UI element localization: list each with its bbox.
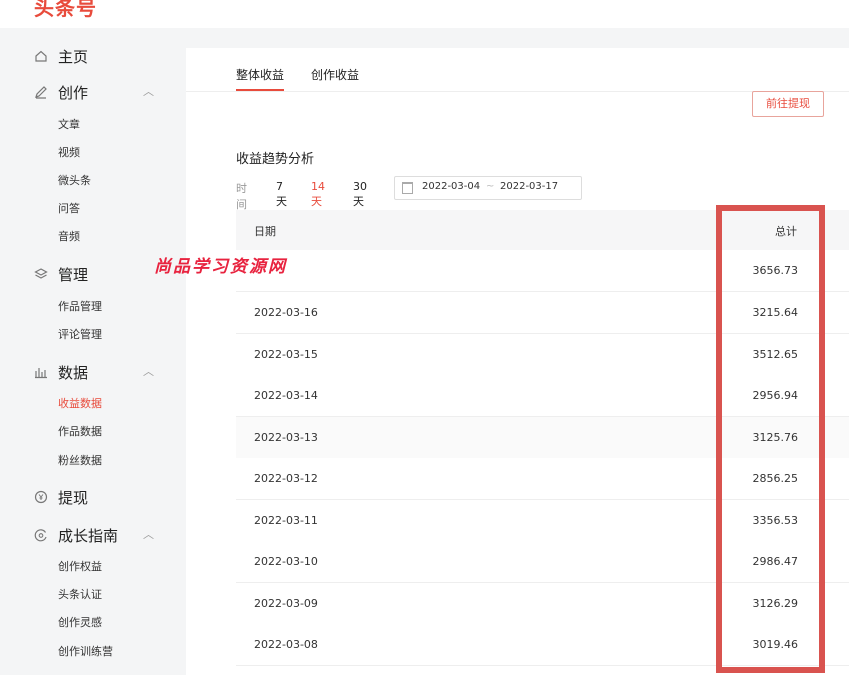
pen-icon	[34, 85, 48, 99]
tab-bar: 整体收益 创作收益	[186, 48, 849, 92]
sidebar-subitem-revenue-data[interactable]: 收益数据	[58, 395, 102, 411]
sidebar-item-home[interactable]: 主页	[0, 42, 184, 72]
sidebar-item-label: 创作	[58, 84, 89, 102]
cell-date: 2022-03-09	[254, 597, 318, 610]
sidebar-subitem-fans-data[interactable]: 粉丝数据	[58, 452, 102, 468]
sidebar-item-data[interactable]: 数据 ︿	[0, 358, 184, 388]
sidebar-item-create[interactable]: 创作 ︿	[0, 78, 184, 108]
filter-7-days[interactable]: 7天	[276, 180, 287, 209]
calendar-icon	[402, 182, 413, 194]
cell-date: 2022-03-15	[254, 348, 318, 361]
sidebar-item-label: 数据	[58, 364, 89, 382]
cell-date: 2022-03-13	[254, 431, 318, 444]
logo[interactable]: 头条号	[34, 0, 97, 21]
time-filter-label: 时间	[236, 182, 247, 211]
cell-date: 2022-03-10	[254, 555, 318, 568]
sidebar-subitem-video[interactable]: 视频	[58, 144, 80, 160]
date-start: 2022-03-04	[422, 181, 481, 192]
tab-overall-revenue[interactable]: 整体收益	[236, 66, 285, 91]
yen-coin-icon	[34, 490, 48, 504]
sidebar-subitem-verification[interactable]: 头条认证	[58, 586, 102, 602]
filter-14-days[interactable]: 14天	[311, 180, 325, 209]
sidebar-item-withdraw[interactable]: 提现	[0, 483, 184, 513]
cell-date: 2022-03-11	[254, 514, 318, 527]
watermark-text: 尚品学习资源网	[154, 257, 287, 277]
sidebar-subitem-audio[interactable]: 音频	[58, 228, 80, 244]
home-icon	[34, 49, 48, 63]
sidebar-subitem-article[interactable]: 文章	[58, 116, 80, 132]
sidebar-item-label: 提现	[58, 489, 89, 507]
cell-date: 2022-03-14	[254, 389, 318, 402]
sidebar-subitem-qa[interactable]: 问答	[58, 200, 80, 216]
sidebar-item-growth-guide[interactable]: 成长指南 ︿	[0, 521, 184, 551]
column-header-date[interactable]: 日期	[254, 223, 276, 239]
sidebar-subitem-creator-rights[interactable]: 创作权益	[58, 558, 102, 574]
date-range-picker[interactable]: 2022-03-04 ~ 2022-03-17	[394, 176, 582, 200]
highlight-annotation-box	[716, 205, 825, 673]
cell-date: 2022-03-16	[254, 306, 318, 319]
sidebar-subitem-training-camp[interactable]: 创作训练营	[58, 643, 113, 659]
sidebar-item-label: 主页	[58, 48, 89, 66]
date-end: 2022-03-17	[500, 181, 559, 192]
sidebar-subitem-works-manage[interactable]: 作品管理	[58, 298, 102, 314]
withdraw-button[interactable]: 前往提现	[752, 91, 824, 117]
sidebar-item-label: 管理	[58, 266, 89, 284]
sidebar-subitem-micro-post[interactable]: 微头条	[58, 172, 91, 188]
filter-30-days[interactable]: 30天	[353, 180, 367, 209]
chevron-up-icon[interactable]: ︿	[143, 83, 154, 99]
bar-chart-icon	[34, 365, 48, 379]
layers-icon	[34, 267, 48, 281]
sidebar-item-label: 成长指南	[58, 527, 119, 545]
chevron-up-icon[interactable]: ︿	[143, 363, 154, 379]
cell-date: 2022-03-08	[254, 638, 318, 651]
date-separator: ~	[486, 181, 495, 192]
cell-date: 2022-03-12	[254, 472, 318, 485]
sidebar-subitem-inspiration[interactable]: 创作灵感	[58, 614, 102, 630]
sidebar-subitem-works-data[interactable]: 作品数据	[58, 423, 102, 439]
tab-creation-revenue[interactable]: 创作收益	[311, 66, 359, 83]
top-bar: 头条号	[0, 0, 849, 28]
chevron-up-icon[interactable]: ︿	[143, 526, 154, 542]
compass-icon	[34, 528, 48, 542]
sidebar-subitem-comment-manage[interactable]: 评论管理	[58, 326, 102, 342]
sidebar: 主页 创作 ︿ 文章 视频 微头条 问答 音频 管理 作品管理 评论管理 数据 …	[0, 28, 184, 675]
section-title: 收益趋势分析	[236, 152, 315, 167]
